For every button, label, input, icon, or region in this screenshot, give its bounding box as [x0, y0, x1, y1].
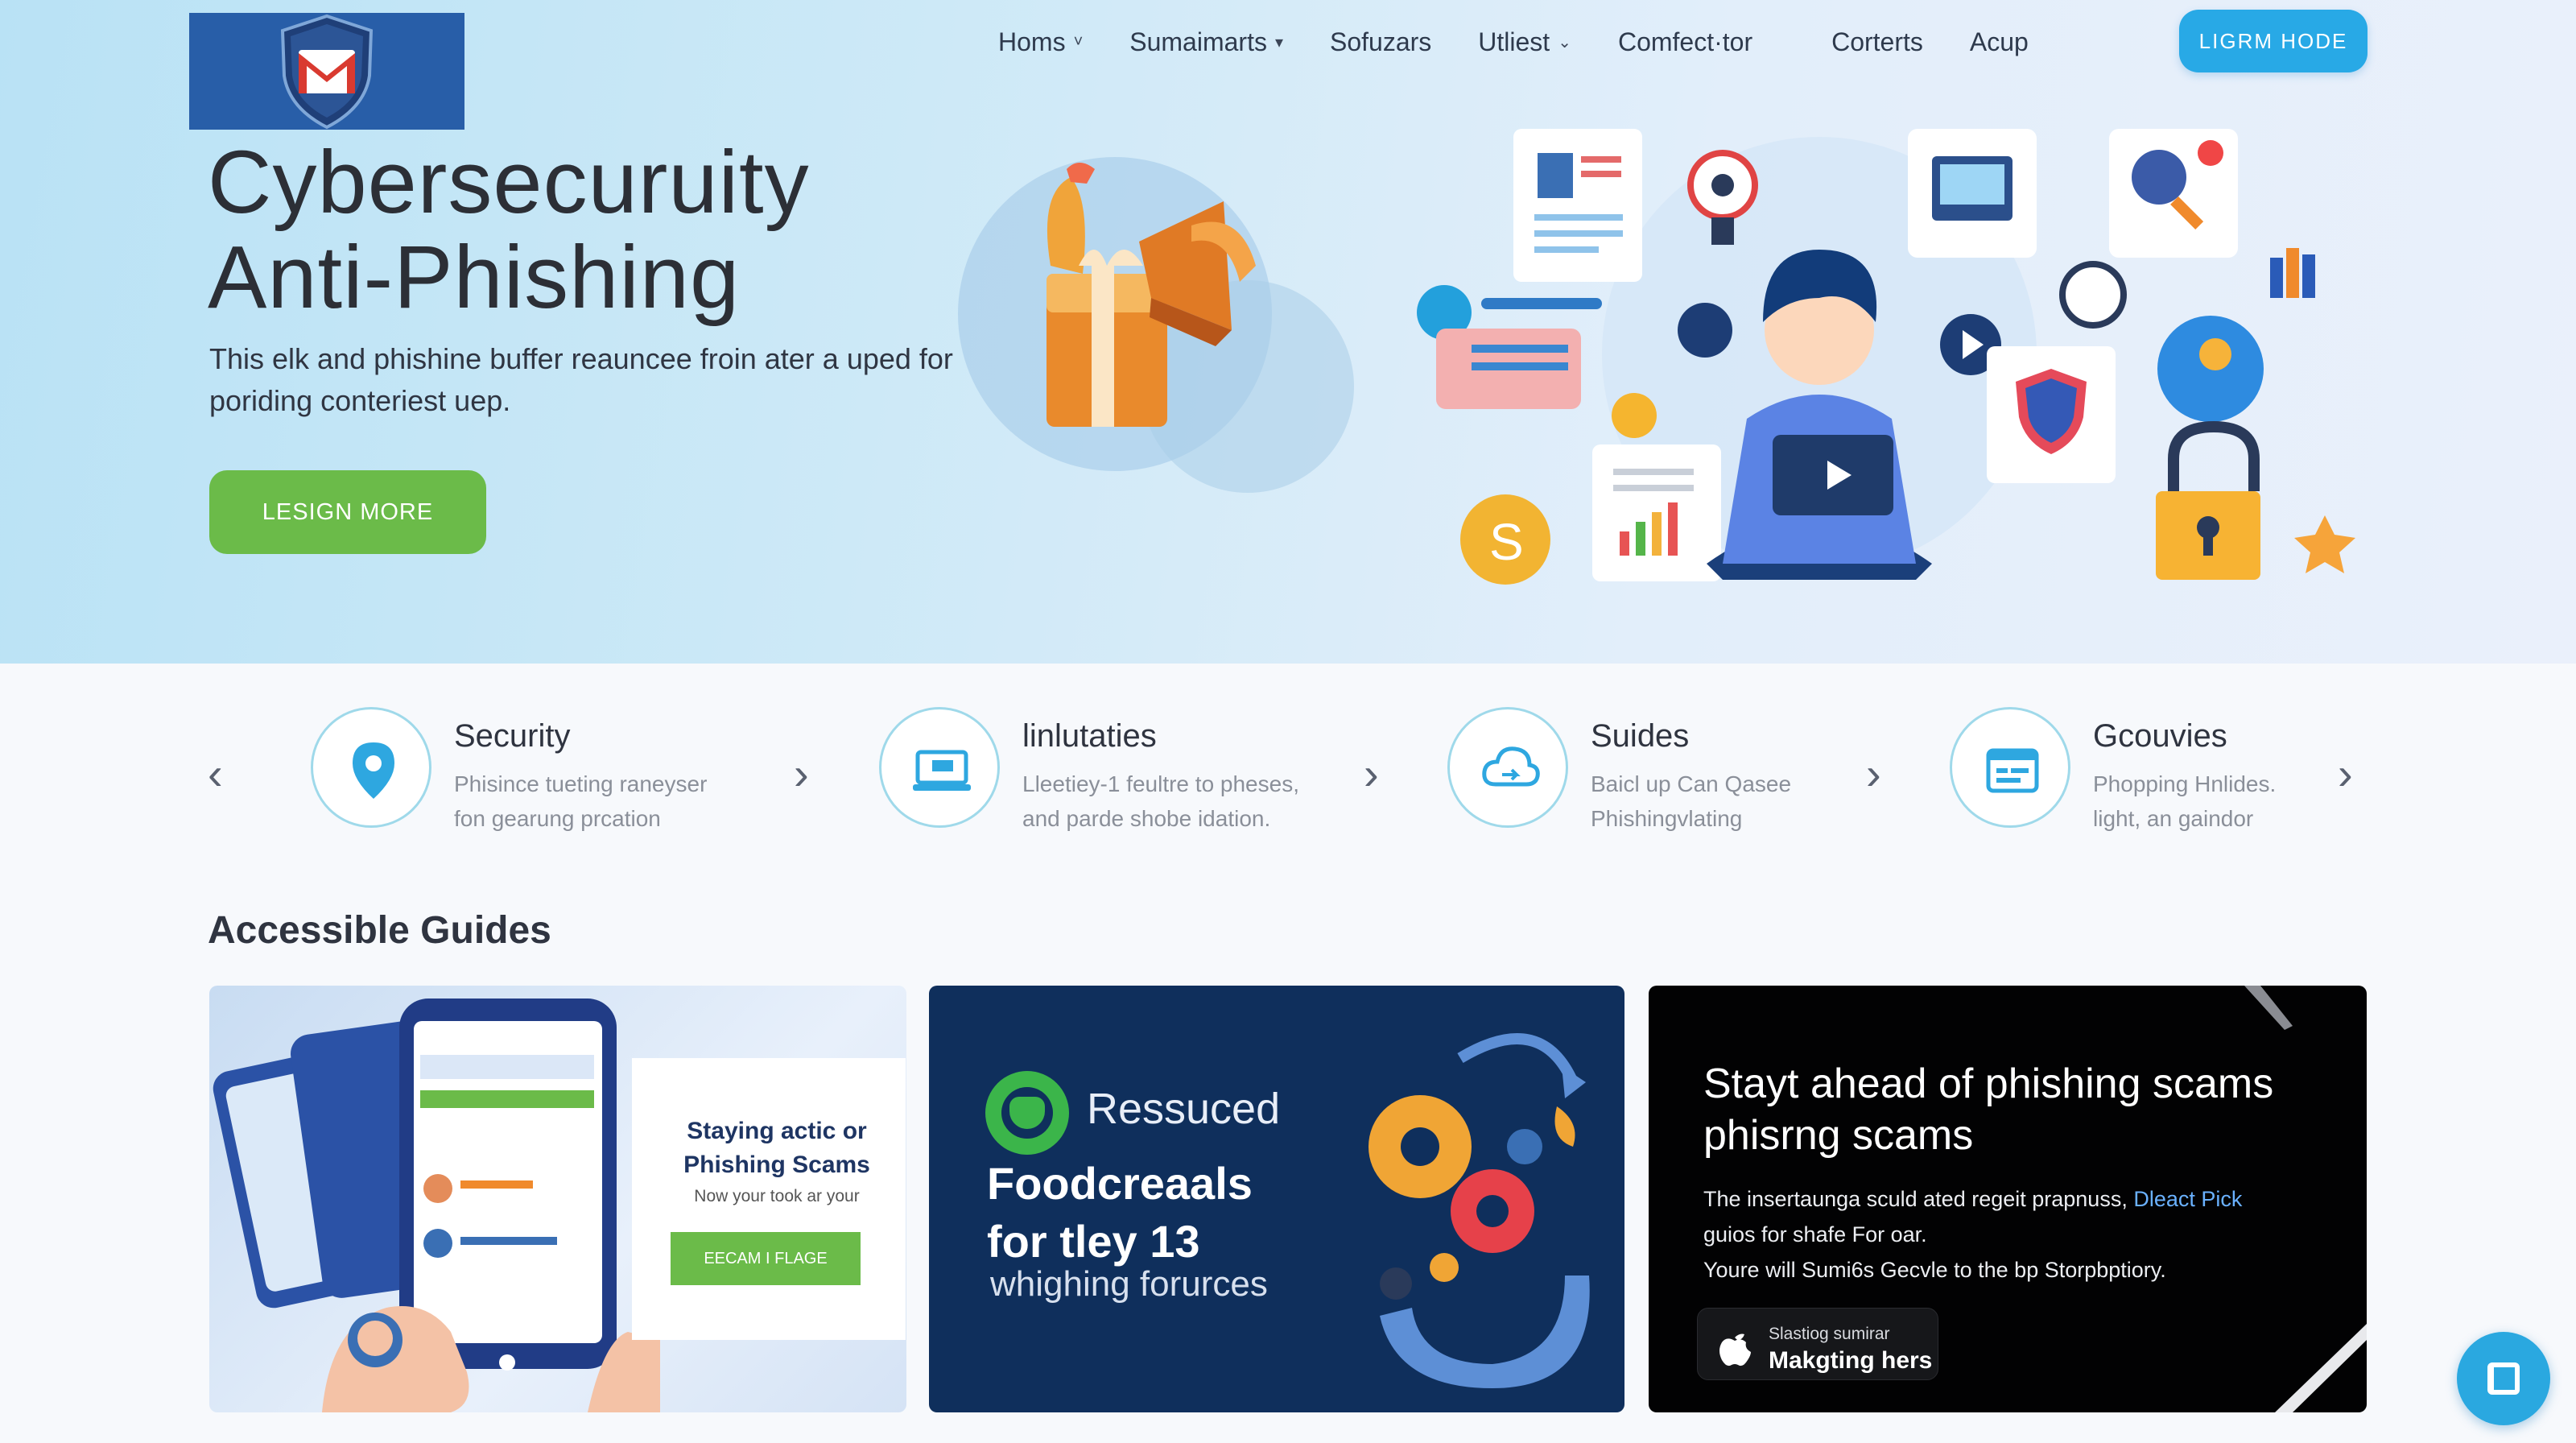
feature-title: linlutaties — [1022, 718, 1157, 754]
nav-corterts[interactable]: Corterts — [1831, 27, 1923, 57]
hero-title: Cybersecuruity Anti-Phishing — [208, 135, 810, 325]
hero-section: Homs ˅ Sumaimarts ▾ Sofuzars Utliest ⌄ Comf… — [0, 0, 2576, 664]
nav-comfect-tor-label: Comfect·tor — [1617, 27, 1753, 56]
feature-next-arrow-icon[interactable]: › — [794, 747, 809, 800]
card3-body: The insertaunga sculd ated regeit prapnu… — [1703, 1184, 2347, 1290]
feature-gcouvies-icon-circle — [1950, 707, 2070, 828]
location-pin-icon — [353, 742, 394, 799]
feature-next-arrow-icon[interactable]: › — [1866, 747, 1881, 800]
chat-bubble-icon — [2487, 1362, 2520, 1395]
nav-homs[interactable]: Homs ˅ — [998, 27, 1083, 57]
hero-title-line2: Anti-Phishing — [208, 228, 741, 327]
svg-text:S: S — [1489, 513, 1524, 571]
feature-title: Gcouvies — [2093, 718, 2227, 754]
nav-utliest-label: Utliest — [1478, 27, 1550, 56]
carousel-next-arrow-icon[interactable]: › — [2338, 747, 2353, 800]
nav-corterts-label: Corterts — [1831, 27, 1923, 56]
feature-desc-line1: Phopping Hnlides. — [2093, 771, 2277, 796]
card3-body-line1: The insertaunga sculd ated regeit prapnu… — [1703, 1184, 2347, 1214]
laptop-shield-icon — [913, 750, 971, 791]
card3-title: Stayt ahead of phishing scams phisrng sc… — [1703, 1061, 2274, 1159]
gmail-shield-icon — [280, 14, 374, 130]
feature-suides[interactable]: Suides Baicl up Can Qasee Phishingvlatin… — [1447, 707, 1898, 844]
nav-cta-button[interactable]: LIGRM HODE — [2179, 10, 2368, 72]
card3-body-line3: Youre will Sumi6s Gecvle to the bp Storp… — [1703, 1258, 2166, 1282]
guides-heading: Accessible Guides — [208, 909, 551, 952]
feature-security[interactable]: Security Phisince tueting raneyser fon g… — [311, 707, 826, 844]
gift-megaphone-illustration — [958, 157, 1354, 493]
feature-description: Phisince tueting raneyser fon gearung pr… — [454, 767, 792, 836]
feature-desc-line1: Phisince tueting raneyser — [454, 771, 708, 796]
feature-security-icon-circle — [311, 707, 431, 828]
badge-small-text: Slastiog sumirar — [1769, 1325, 1890, 1343]
card3-body-line2: guios for shafe For oar. — [1703, 1222, 1927, 1247]
feature-suides-icon-circle — [1447, 707, 1568, 828]
calendar-icon — [1986, 748, 2039, 793]
feature-desc-line2: fon gearung prcation — [454, 806, 661, 831]
nav-sofuzars[interactable]: Sofuzars — [1330, 27, 1431, 57]
feature-gcouvies[interactable]: Gcouvies Phopping Hnlides. light, an gai… — [1950, 707, 2352, 844]
card2-title: Foodcreaals for tley 13 — [987, 1155, 1253, 1271]
main-nav: Homs ˅ Sumaimarts ▾ Sofuzars Utliest ⌄ Comf… — [998, 23, 2075, 61]
hero-description: This elk and phishine buffer reauncee fr… — [209, 342, 953, 417]
site-logo[interactable] — [189, 13, 464, 130]
card1-subtitle: Now your took ar your — [694, 1187, 860, 1205]
learn-more-button[interactable]: LESIGN MORE — [209, 470, 486, 554]
badge-big-text: Makgting hers — [1769, 1347, 1933, 1374]
feature-next-arrow-icon[interactable]: › — [1364, 747, 1379, 800]
feature-description: Lleetiey-1 feultre to pheses, and parde … — [1022, 767, 1360, 836]
feature-desc-line1: Baicl up Can Qasee — [1591, 771, 1792, 796]
feature-desc-line1: Lleetiey-1 feultre to pheses, — [1022, 771, 1299, 796]
feature-desc-line2: light, an gaindor — [2093, 806, 2254, 831]
gears-illustration — [1368, 1033, 1590, 1388]
features-strip: ‹ Security Phisince tueting raneyser fon… — [0, 664, 2576, 905]
card1-button[interactable]: EECAM I FLAGE — [671, 1232, 861, 1285]
card2-brand: Ressuced — [1087, 1085, 1281, 1133]
feature-linlutaties[interactable]: linlutaties Lleetiey-1 feultre to pheses… — [879, 707, 1394, 844]
guide-card-staying-actic[interactable]: Staying actic or Phishing Scams Now your… — [209, 986, 906, 1412]
nav-utliest[interactable]: Utliest ⌄ — [1478, 27, 1571, 57]
nav-acup-label: Acup — [1969, 27, 2029, 56]
card1-title: Staying actic or Phishing Scams — [683, 1118, 870, 1178]
security-team-illustration: S — [1417, 129, 2355, 585]
nav-sumaimarts[interactable]: Sumaimarts ▾ — [1129, 27, 1283, 57]
nav-homs-label: Homs — [998, 27, 1066, 56]
card3-body-link[interactable]: Dleact Pick — [2133, 1187, 2242, 1211]
chevron-down-icon: ˅ — [1073, 32, 1084, 51]
card3-body-line1-text: The insertaunga sculd ated regeit prapnu… — [1703, 1187, 2128, 1211]
apple-icon — [1719, 1333, 1751, 1367]
feature-description: Phopping Hnlides. light, an gaindor — [2093, 767, 2431, 836]
hero-title-line1: Cybersecuruity — [208, 133, 810, 232]
nav-comfect-tor[interactable]: Comfect·tor — [1618, 27, 1752, 57]
nav-acup[interactable]: Acup — [1970, 27, 2029, 57]
feature-desc-line2: Phishingvlating — [1591, 806, 1743, 831]
chevron-down-icon: ⌄ — [1558, 33, 1571, 52]
guide-card-foodcreaals[interactable]: Ressuced Foodcreaals for tley 13 whighin… — [929, 986, 1624, 1412]
carousel-prev-arrow-icon[interactable]: ‹ — [208, 747, 223, 800]
chevron-down-icon: ▾ — [1274, 33, 1283, 52]
card2-title-line2: for tley 13 — [987, 1216, 1200, 1267]
ressuced-logo-inner — [1009, 1097, 1045, 1129]
nav-sumaimarts-label: Sumaimarts — [1129, 27, 1267, 56]
phone-in-hand-illustration — [213, 999, 660, 1412]
app-store-badge[interactable]: Slastiog sumirar Makgting hers — [1697, 1308, 1938, 1380]
feature-title: Suides — [1591, 718, 1690, 754]
card2-title-line1: Foodcreaals — [987, 1158, 1253, 1209]
ressuced-logo-icon — [985, 1071, 1069, 1155]
guide-card-stay-ahead[interactable]: Stayt ahead of phishing scams phisrng sc… — [1649, 986, 2367, 1412]
feature-desc-line2: and parde shobe idation. — [1022, 806, 1271, 831]
chat-launcher-button[interactable] — [2457, 1332, 2550, 1425]
card2-subtitle: whighing forurces — [990, 1264, 1268, 1304]
feature-linlutaties-icon-circle — [879, 707, 1000, 828]
nav-sofuzars-label: Sofuzars — [1330, 27, 1432, 56]
feature-title: Security — [454, 718, 571, 754]
cloud-sync-icon — [1482, 746, 1540, 787]
